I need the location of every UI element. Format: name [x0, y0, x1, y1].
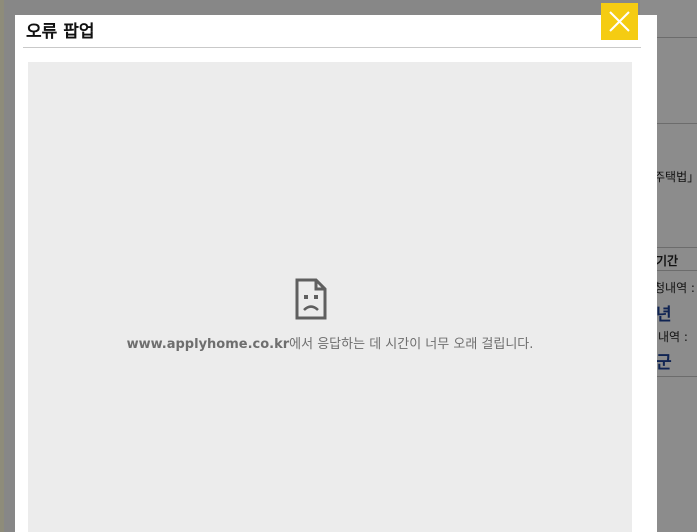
close-icon [609, 11, 630, 32]
title-divider [23, 47, 641, 48]
error-page-frame: www.applyhome.co.kr에서 응답하는 데 시간이 너무 오래 걸… [28, 62, 632, 532]
error-popup-modal: 오류 팝업 www.applyhome.co.kr에서 응답하는 데 시간이 너… [15, 3, 657, 532]
modal-title: 오류 팝업 [26, 22, 95, 42]
error-message-text: 에서 응답하는 데 시간이 너무 오래 걸립니다. [289, 337, 534, 352]
error-message: www.applyhome.co.kr에서 응답하는 데 시간이 너무 오래 걸… [28, 333, 632, 352]
sad-document-icon [295, 278, 327, 320]
close-button[interactable] [601, 3, 638, 40]
error-host: www.applyhome.co.kr [126, 337, 290, 352]
